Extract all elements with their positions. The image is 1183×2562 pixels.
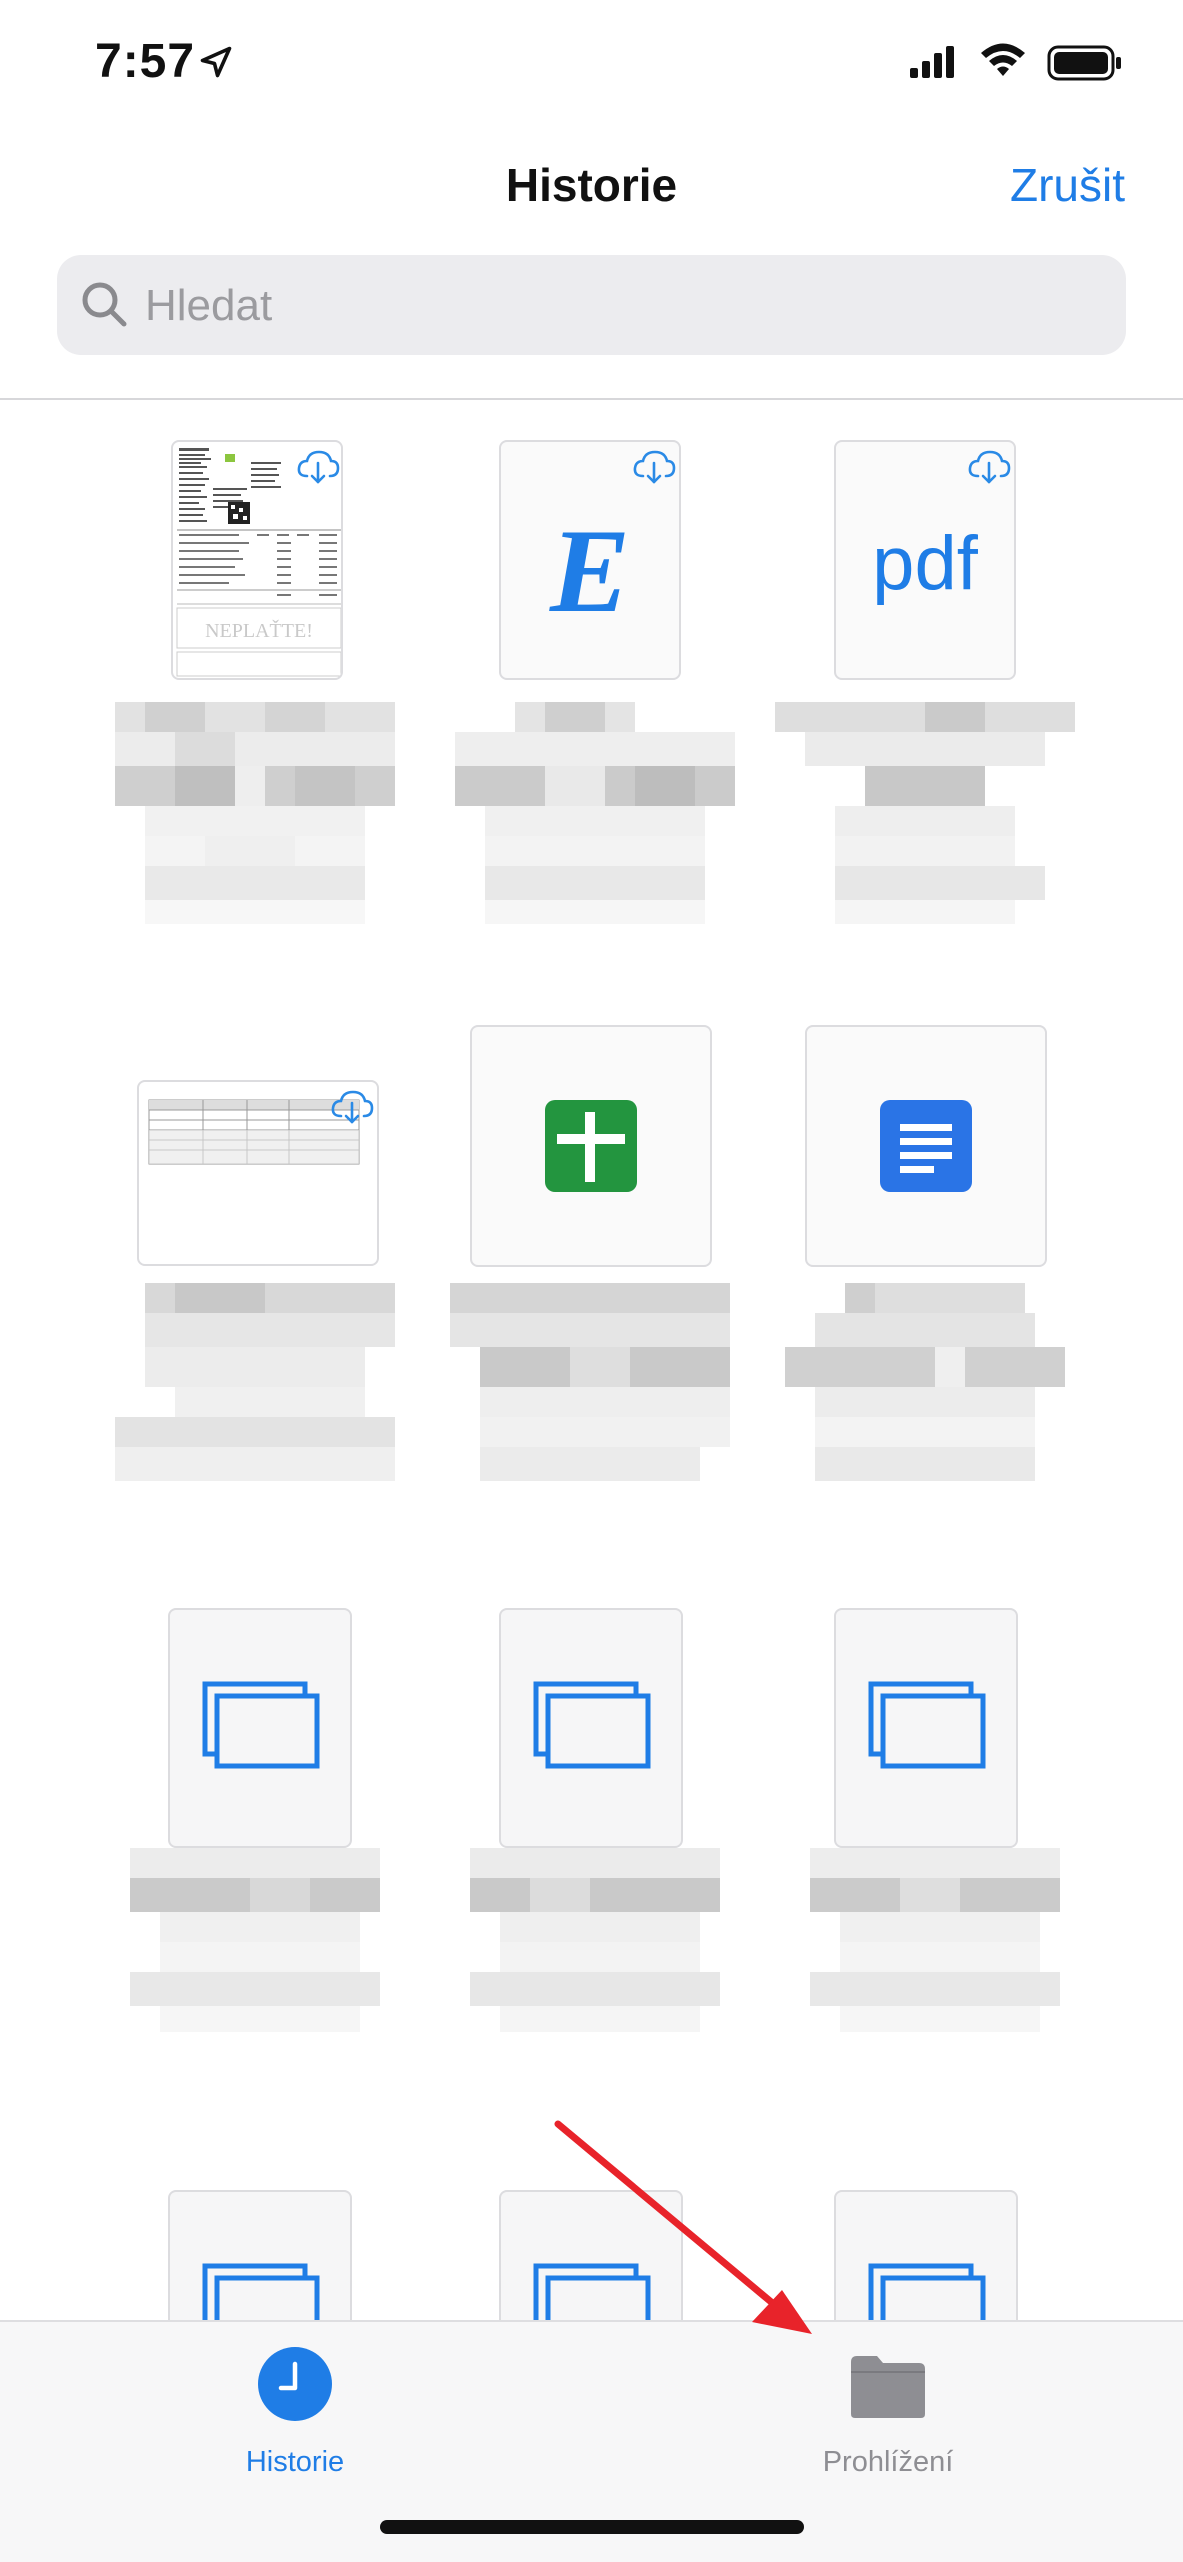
google-sheets-icon xyxy=(545,1100,637,1192)
file-item[interactable] xyxy=(440,1000,740,1540)
file-item[interactable]: NEPLAŤTE! xyxy=(115,440,440,980)
keynote-thumbnail xyxy=(499,1608,683,1848)
file-item[interactable] xyxy=(775,1000,1075,1540)
keynote-slides-icon xyxy=(202,1681,320,1769)
tab-prohlizeni-label: Prohlížení xyxy=(822,2446,954,2478)
recents-grid: NEPLAŤTE! E pdf xyxy=(0,400,1183,2320)
cellular-signal-icon xyxy=(910,46,954,78)
file-item[interactable] xyxy=(140,2190,440,2320)
file-item[interactable]: pdf xyxy=(775,440,1075,980)
tab-prohlizeni[interactable]: Prohlížení xyxy=(808,2340,968,2490)
file-item[interactable] xyxy=(130,1608,440,2148)
pdf-thumbnail: pdf xyxy=(834,440,1016,680)
file-name-pixelated xyxy=(130,1848,380,2048)
invoice-thumbnail: NEPLAŤTE! xyxy=(171,440,343,680)
keynote-thumbnail xyxy=(834,2190,1018,2320)
google-docs-thumbnail xyxy=(805,1025,1047,1267)
wifi-icon xyxy=(981,43,1025,76)
file-item[interactable] xyxy=(440,1608,740,2148)
file-name-pixelated xyxy=(470,1848,720,2048)
google-docs-icon xyxy=(880,1100,972,1192)
folder-icon xyxy=(851,2356,925,2418)
spreadsheet-preview-thumbnail xyxy=(137,1080,379,1266)
tab-historie[interactable]: Historie xyxy=(230,2340,360,2490)
home-indicator[interactable] xyxy=(380,2520,804,2534)
page-title: Historie xyxy=(505,159,678,211)
tab-historie-label: Historie xyxy=(245,2446,345,2478)
file-item[interactable] xyxy=(115,1000,440,1540)
location-arrow-icon xyxy=(200,46,232,78)
status-bar: 7:57 xyxy=(0,0,1183,130)
battery-icon xyxy=(1047,45,1121,81)
cloud-download-icon xyxy=(633,450,676,484)
keynote-thumbnail xyxy=(168,1608,352,1848)
keynote-slides-icon xyxy=(868,2263,986,2320)
file-name-pixelated xyxy=(810,1848,1060,2048)
keynote-slides-icon xyxy=(533,1681,651,1769)
file-item[interactable]: E xyxy=(440,440,740,980)
status-time: 7:57 xyxy=(95,35,196,88)
e-document-thumbnail: E xyxy=(499,440,681,680)
file-name-pixelated xyxy=(450,1283,730,1507)
cancel-button[interactable]: Zrušit xyxy=(1010,158,1125,212)
red-annotation-arrow-icon xyxy=(554,2120,812,2334)
file-name-pixelated xyxy=(775,702,1075,942)
file-name-pixelated xyxy=(785,1283,1065,1507)
file-name-pixelated xyxy=(115,1283,395,1507)
cloud-download-icon xyxy=(968,450,1011,484)
cloud-download-icon xyxy=(297,450,340,484)
keynote-thumbnail xyxy=(168,2190,352,2320)
keynote-slides-icon xyxy=(202,2263,320,2320)
google-sheets-thumbnail xyxy=(470,1025,712,1267)
search-icon xyxy=(82,282,127,327)
invoice-stamp-text: NEPLAŤTE! xyxy=(205,619,313,642)
keynote-thumbnail xyxy=(834,1608,1018,1848)
pdf-label-icon: pdf xyxy=(872,521,978,606)
clock-icon xyxy=(258,2347,332,2421)
keynote-slides-icon xyxy=(868,1681,986,1769)
cloud-download-icon xyxy=(331,1090,374,1124)
search-bar[interactable] xyxy=(57,255,1126,357)
file-item[interactable] xyxy=(775,1608,1075,2148)
search-input[interactable] xyxy=(143,255,1097,357)
file-name-pixelated xyxy=(455,702,735,942)
e-letter-icon: E xyxy=(549,504,631,637)
file-name-pixelated xyxy=(115,702,395,942)
